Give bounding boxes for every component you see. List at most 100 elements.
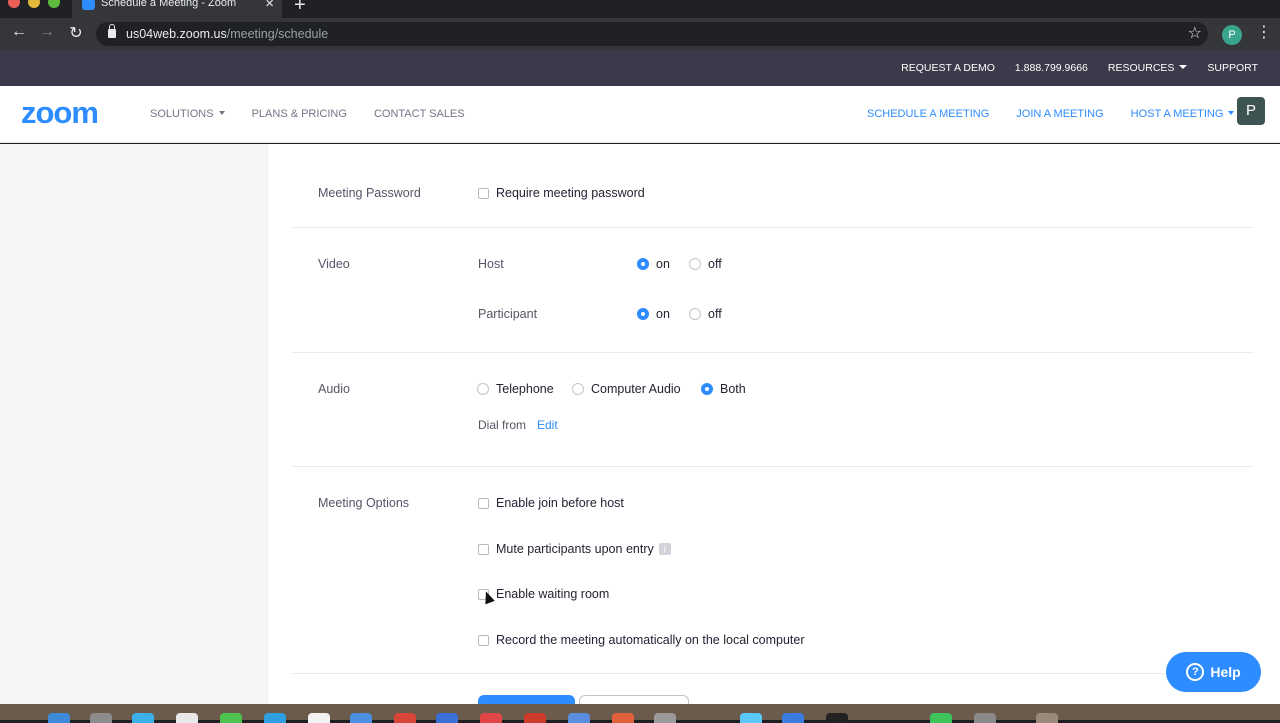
host-video-label: Host xyxy=(478,257,504,271)
checkbox-label: Enable join before host xyxy=(496,496,624,510)
app-icon[interactable] xyxy=(524,713,546,723)
help-label: Help xyxy=(1210,664,1241,680)
plans-pricing-link[interactable]: PLANS & PRICING xyxy=(252,108,347,120)
messages-icon[interactable] xyxy=(220,713,242,723)
meeting-password-label: Meeting Password xyxy=(318,186,421,200)
radio-dot[interactable] xyxy=(637,258,649,270)
section-divider xyxy=(292,466,1254,467)
section-divider xyxy=(292,673,1254,674)
radio-dot[interactable] xyxy=(637,308,649,320)
browser-menu-icon[interactable]: ⋮ xyxy=(1256,22,1272,42)
maximize-window-button[interactable] xyxy=(48,0,60,8)
tab-title: Schedule a Meeting - Zoom xyxy=(101,0,237,9)
solutions-menu[interactable]: SOLUTIONS xyxy=(150,108,225,120)
chrome-icon[interactable] xyxy=(176,713,198,723)
back-arrow-icon[interactable]: ← xyxy=(10,23,28,41)
close-window-button[interactable] xyxy=(8,0,20,8)
radio-label: Both xyxy=(720,382,746,396)
notes-icon[interactable] xyxy=(436,713,458,723)
host-video-off-radio[interactable]: off xyxy=(689,257,722,271)
browser-toolbar: ← → ↻ us04web.zoom.us/meeting/schedule ☆ xyxy=(0,18,1280,50)
checkbox-box[interactable] xyxy=(478,187,489,199)
meeting-options-label: Meeting Options xyxy=(318,496,410,510)
dial-from-edit-link[interactable]: Edit xyxy=(537,418,558,432)
main-nav: zoom SOLUTIONS PLANS & PRICING CONTACT S… xyxy=(0,86,1280,143)
info-icon[interactable]: i xyxy=(658,543,671,555)
help-button[interactable]: ? Help xyxy=(1166,652,1261,692)
support-link[interactable]: SUPPORT xyxy=(1207,62,1258,74)
tab-close-icon[interactable]: × xyxy=(265,0,274,12)
utility-bar: REQUEST A DEMO 1.888.799.9666 RESOURCES … xyxy=(0,50,1280,86)
schedule-meeting-link[interactable]: SCHEDULE A MEETING xyxy=(867,108,989,120)
checkbox-label: Mute participants upon entry xyxy=(496,542,654,556)
schedule-form-page: Meeting Password Require meeting passwor… xyxy=(0,144,1280,709)
mail-icon[interactable] xyxy=(264,713,286,723)
new-tab-button[interactable]: + xyxy=(294,0,306,17)
url-text: us04web.zoom.us/meeting/schedule xyxy=(126,27,329,41)
checkbox-box[interactable] xyxy=(478,543,489,555)
participant-video-label: Participant xyxy=(478,307,538,321)
trash-icon[interactable] xyxy=(1036,713,1058,723)
zoom-app-icon[interactable] xyxy=(350,713,372,723)
browser-profile-avatar[interactable]: P xyxy=(1222,25,1242,45)
radio-dot[interactable] xyxy=(572,383,584,395)
audio-both-radio[interactable]: Both xyxy=(701,382,746,396)
join-before-host-checkbox[interactable]: Enable join before host xyxy=(478,496,624,510)
app-icon[interactable] xyxy=(654,713,676,723)
require-password-checkbox[interactable]: Require meeting password xyxy=(478,186,645,200)
radio-dot[interactable] xyxy=(701,383,713,395)
minimize-window-button[interactable] xyxy=(28,0,40,8)
question-icon: ? xyxy=(1186,663,1205,681)
join-meeting-link[interactable]: JOIN A MEETING xyxy=(1016,108,1103,120)
audio-computer-radio[interactable]: Computer Audio xyxy=(572,382,681,396)
zoom-logo[interactable]: zoom xyxy=(21,95,99,131)
safari-icon[interactable] xyxy=(132,713,154,723)
app-icon[interactable] xyxy=(930,713,952,723)
checkbox-label: Record the meeting automatically on the … xyxy=(496,633,805,647)
bookmark-star-icon[interactable]: ☆ xyxy=(1188,23,1202,43)
launchpad-icon[interactable] xyxy=(90,713,112,723)
finder-icon[interactable] xyxy=(48,713,70,723)
browser-tab[interactable]: Schedule a Meeting - Zoom × xyxy=(72,0,282,18)
participant-video-off-radio[interactable]: off xyxy=(689,307,722,321)
host-meeting-menu[interactable]: HOST A MEETING xyxy=(1131,108,1235,120)
photos-icon[interactable] xyxy=(308,713,330,723)
request-demo-link[interactable]: REQUEST A DEMO xyxy=(901,62,995,74)
host-video-on-radio[interactable]: on xyxy=(637,257,670,271)
lock-icon xyxy=(108,24,116,38)
app-icon[interactable] xyxy=(612,713,634,723)
app-icon[interactable] xyxy=(974,713,996,723)
calendar-icon[interactable] xyxy=(394,713,416,723)
phone-number: 1.888.799.9666 xyxy=(1014,62,1088,74)
audio-telephone-radio[interactable]: Telephone xyxy=(477,382,554,396)
checkbox-label: Enable waiting room xyxy=(496,587,610,601)
mute-on-entry-checkbox[interactable]: Mute participants upon entry i xyxy=(478,542,671,556)
radio-dot[interactable] xyxy=(477,383,489,395)
app-icon[interactable] xyxy=(782,713,804,723)
app-icon[interactable] xyxy=(740,713,762,723)
record-local-checkbox[interactable]: Record the meeting automatically on the … xyxy=(478,633,805,647)
resources-menu[interactable]: RESOURCES xyxy=(1108,62,1188,74)
radio-dot[interactable] xyxy=(689,258,701,270)
reload-icon[interactable]: ↻ xyxy=(67,23,85,43)
waiting-room-checkbox[interactable]: Enable waiting room xyxy=(478,587,609,601)
checkbox-box[interactable] xyxy=(478,634,489,646)
checkbox-box[interactable] xyxy=(478,497,489,509)
audio-label: Audio xyxy=(318,382,350,396)
user-avatar[interactable]: P xyxy=(1237,97,1265,125)
app-icon[interactable] xyxy=(568,713,590,723)
browser-tabbar: Schedule a Meeting - Zoom × + xyxy=(0,0,1280,18)
video-label: Video xyxy=(318,257,350,271)
app-icon[interactable] xyxy=(826,713,848,723)
address-bar[interactable]: us04web.zoom.us/meeting/schedule ☆ xyxy=(96,22,1208,46)
radio-dot[interactable] xyxy=(689,308,701,320)
dial-from-label: Dial from xyxy=(478,418,527,432)
participant-video-on-radio[interactable]: on xyxy=(637,307,670,321)
forward-arrow-icon[interactable]: → xyxy=(38,23,56,41)
radio-label: on xyxy=(656,307,670,321)
radio-label: Telephone xyxy=(496,382,554,396)
music-icon[interactable] xyxy=(480,713,502,723)
contact-sales-link[interactable]: CONTACT SALES xyxy=(374,108,465,120)
dock xyxy=(0,704,1280,723)
radio-label: off xyxy=(708,257,722,271)
